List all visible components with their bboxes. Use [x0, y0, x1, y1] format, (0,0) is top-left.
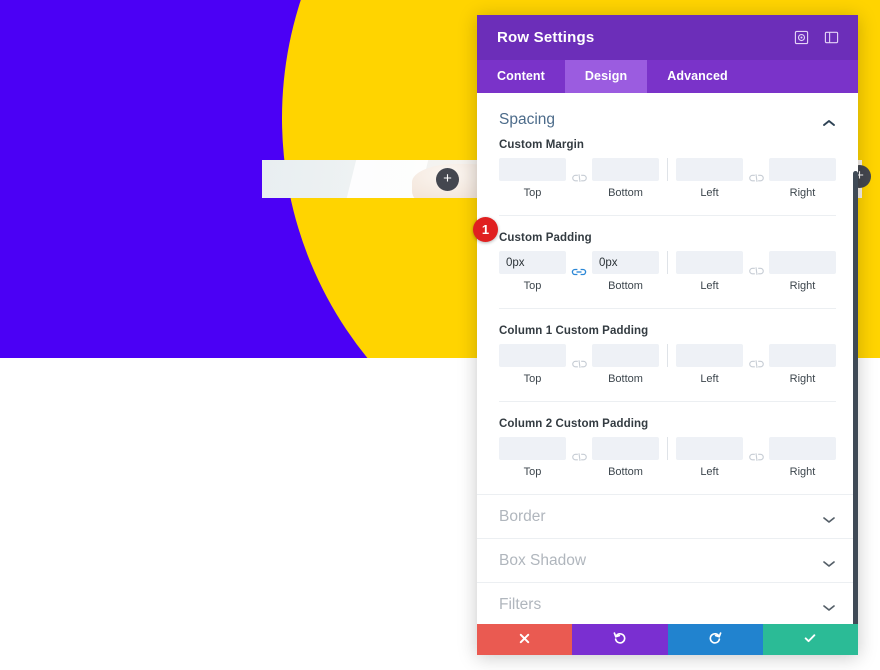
modal-body: Spacing Custom Margin Top Bottom Left Ri… — [477, 93, 858, 624]
padding-left-input[interactable] — [676, 251, 743, 274]
checkmark-icon — [803, 631, 817, 648]
section-box-shadow[interactable]: Box Shadow — [477, 538, 858, 582]
padding-left-label: Left — [700, 280, 719, 292]
page-canvas: + + Row Settings Content Design Advanced… — [0, 0, 880, 670]
settings-scroll-area: Spacing Custom Margin Top Bottom Left Ri… — [477, 93, 858, 624]
column1-padding-group: Column 1 Custom Padding Top Bottom Left … — [499, 308, 836, 401]
margin-right-input[interactable] — [769, 158, 836, 181]
padding-top-label: Top — [523, 280, 542, 292]
spacing-section-header[interactable]: Spacing — [499, 93, 836, 139]
box-shadow-section-title: Box Shadow — [499, 551, 587, 569]
custom-padding-group: Custom Padding Top — [499, 215, 836, 308]
col1-padding-right-label: Right — [789, 373, 816, 385]
link-broken-icon[interactable] — [743, 167, 769, 190]
status-badge: 1 — [473, 217, 498, 242]
col2-padding-left-input[interactable] — [676, 437, 743, 460]
column1-padding-label: Column 1 Custom Padding — [499, 325, 649, 337]
col1-padding-left-label: Left — [700, 373, 719, 385]
margin-left-input[interactable] — [676, 158, 743, 181]
chevron-up-icon[interactable] — [822, 115, 836, 126]
redo-icon — [708, 631, 722, 648]
padding-bottom-label: Bottom — [608, 280, 643, 292]
row-settings-modal: Row Settings Content Design Advanced Spa… — [477, 15, 858, 655]
modal-header: Row Settings — [477, 15, 858, 60]
padding-right-input[interactable] — [769, 251, 836, 274]
border-section-title: Border — [499, 507, 546, 525]
spacing-section: Spacing Custom Margin Top Bottom Left Ri… — [477, 93, 858, 494]
margin-top-label: Top — [523, 187, 542, 199]
col1-padding-right-input[interactable] — [769, 344, 836, 367]
margin-bottom-input[interactable] — [592, 158, 659, 181]
chevron-down-icon[interactable] — [822, 512, 836, 523]
field-divider — [667, 158, 668, 181]
link-broken-icon[interactable] — [566, 353, 592, 376]
col2-padding-right-input[interactable] — [769, 437, 836, 460]
margin-top-input[interactable] — [499, 158, 566, 181]
field-divider — [667, 437, 668, 460]
tab-design[interactable]: Design — [564, 60, 648, 93]
field-divider — [667, 344, 668, 367]
padding-top-input[interactable] — [499, 251, 566, 274]
modal-footer — [477, 624, 858, 655]
tab-advanced[interactable]: Advanced — [647, 60, 748, 93]
custom-padding-label: Custom Padding — [499, 232, 592, 244]
link-broken-icon[interactable] — [743, 446, 769, 469]
section-border[interactable]: Border — [477, 494, 858, 538]
column2-padding-label: Column 2 Custom Padding — [499, 418, 649, 430]
col1-padding-top-label: Top — [523, 373, 542, 385]
column2-padding-group: Column 2 Custom Padding Top Bottom Left … — [499, 401, 836, 494]
custom-margin-group: Custom Margin Top Bottom Left Right — [499, 139, 836, 215]
col2-padding-bottom-input[interactable] — [592, 437, 659, 460]
link-broken-icon[interactable] — [566, 167, 592, 190]
col2-padding-top-label: Top — [523, 466, 542, 478]
undo-button[interactable] — [572, 624, 668, 655]
target-icon[interactable] — [790, 27, 812, 49]
custom-margin-label: Custom Margin — [499, 139, 584, 151]
col1-padding-top-input[interactable] — [499, 344, 566, 367]
modal-tabbar: Content Design Advanced — [477, 60, 858, 93]
scrollbar-thumb[interactable] — [853, 171, 858, 624]
link-connected-icon[interactable] — [566, 260, 592, 283]
redo-button[interactable] — [667, 624, 763, 655]
panel-scrollbar[interactable] — [853, 171, 858, 624]
field-divider — [667, 251, 668, 274]
section-filters[interactable]: Filters — [477, 582, 858, 624]
close-icon — [518, 632, 531, 648]
margin-left-label: Left — [700, 187, 719, 199]
padding-right-label: Right — [789, 280, 816, 292]
page-title: Row Settings — [497, 29, 595, 46]
chevron-down-icon[interactable] — [822, 556, 836, 567]
col2-padding-top-input[interactable] — [499, 437, 566, 460]
col2-padding-left-label: Left — [700, 466, 719, 478]
col1-padding-bottom-input[interactable] — [592, 344, 659, 367]
col1-padding-bottom-label: Bottom — [608, 373, 643, 385]
col2-padding-right-label: Right — [789, 466, 816, 478]
margin-right-label: Right — [789, 187, 816, 199]
link-broken-icon[interactable] — [743, 260, 769, 283]
undo-icon — [613, 631, 627, 648]
link-broken-icon[interactable] — [566, 446, 592, 469]
panel-layout-icon[interactable] — [820, 27, 842, 49]
chevron-down-icon[interactable] — [822, 600, 836, 611]
save-button[interactable] — [762, 624, 858, 655]
col2-padding-bottom-label: Bottom — [608, 466, 643, 478]
margin-bottom-label: Bottom — [608, 187, 643, 199]
filters-section-title: Filters — [499, 595, 542, 613]
link-broken-icon[interactable] — [743, 353, 769, 376]
col1-padding-left-input[interactable] — [676, 344, 743, 367]
padding-bottom-input[interactable] — [592, 251, 659, 274]
spacing-section-title: Spacing — [499, 111, 556, 128]
tab-content[interactable]: Content — [477, 60, 565, 93]
add-module-button[interactable]: + — [436, 168, 459, 191]
cancel-button[interactable] — [477, 624, 573, 655]
